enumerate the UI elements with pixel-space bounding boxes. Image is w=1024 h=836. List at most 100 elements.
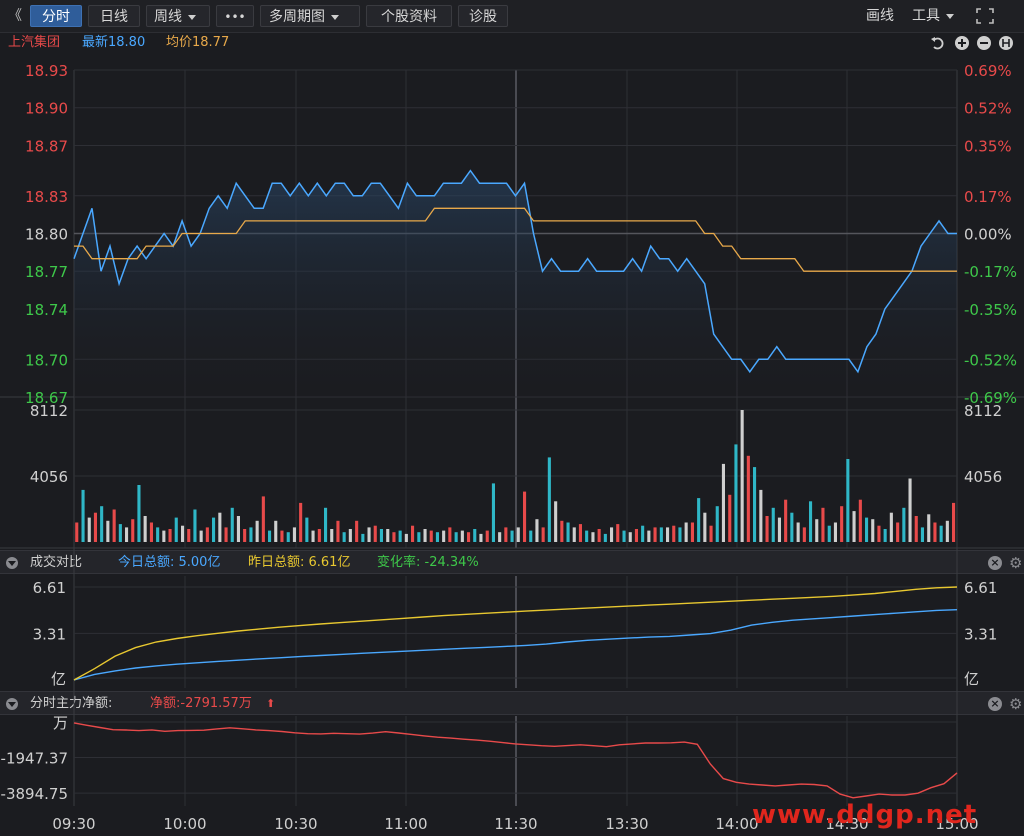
volume-bar <box>367 527 371 542</box>
volume-bar <box>274 520 278 542</box>
volume-bar <box>721 463 725 542</box>
volume-bar <box>417 532 421 542</box>
volume-bar <box>896 522 900 542</box>
volume-bar <box>523 491 527 542</box>
volume-bar <box>541 527 545 542</box>
volume-bar <box>846 459 850 542</box>
volume-bar <box>709 525 713 542</box>
volume-bar <box>373 525 377 542</box>
volume-bar <box>392 532 396 542</box>
time-tick-label: 10:30 <box>274 815 317 833</box>
volume-bar <box>355 520 359 542</box>
volume-bar <box>883 529 887 542</box>
volume-bar <box>865 517 869 542</box>
price-tick-label: 18.90 <box>25 100 68 118</box>
volume-bar <box>560 520 564 542</box>
volume-bar <box>112 509 116 542</box>
volume-bar <box>796 522 800 542</box>
volume-bar <box>734 444 738 542</box>
net-tick-label: 万 <box>53 714 68 732</box>
time-tick-label: 11:30 <box>494 815 537 833</box>
volume-bar <box>255 520 259 542</box>
percent-tick-label: 0.52% <box>964 100 1012 118</box>
volume-bar <box>485 530 489 542</box>
volume-bar <box>697 498 701 542</box>
volume-bar <box>460 530 464 542</box>
volume-bar <box>100 506 104 542</box>
volume-bar <box>411 525 415 542</box>
volume-bar <box>199 530 203 542</box>
percent-tick-label: -0.17% <box>964 263 1017 281</box>
volume-bar <box>454 532 458 542</box>
volume-bar <box>927 514 931 542</box>
volume-bar <box>647 530 651 542</box>
volume-bar <box>952 502 956 542</box>
volume-bar <box>286 532 290 542</box>
percent-tick-label: 0.69% <box>964 62 1012 80</box>
volume-bar <box>212 517 216 542</box>
volume-bar <box>224 527 228 542</box>
volume-bar <box>821 507 825 542</box>
volume-bar <box>840 506 844 542</box>
volume-bar <box>429 530 433 542</box>
volume-bar <box>578 524 582 542</box>
volume-bar <box>939 525 943 542</box>
volume-bar <box>498 532 502 542</box>
volume-bar <box>833 522 837 542</box>
volume-bar <box>81 489 85 542</box>
turnover-tick-label: 6.61 <box>964 579 997 597</box>
volume-bar <box>292 527 296 542</box>
volume-bar <box>423 529 427 542</box>
volume-bar <box>920 527 924 542</box>
percent-tick-label: -0.52% <box>964 351 1017 369</box>
volume-bar <box>243 529 247 542</box>
volume-bar <box>591 532 595 542</box>
volume-bar <box>771 507 775 542</box>
volume-bar <box>572 527 576 542</box>
volume-bar <box>641 525 645 542</box>
volume-bar <box>205 527 209 542</box>
volume-bar <box>435 532 439 542</box>
volume-bar <box>666 527 670 542</box>
volume-bar <box>106 520 110 542</box>
volume-bar <box>585 530 589 542</box>
volume-bar <box>473 529 477 542</box>
percent-tick-label: 0.35% <box>964 137 1012 155</box>
volume-bar <box>753 467 757 542</box>
volume-bar <box>889 512 893 542</box>
volume-bar <box>330 529 334 542</box>
time-tick-label: 11:00 <box>384 815 427 833</box>
time-tick-label: 10:00 <box>163 815 206 833</box>
volume-bar <box>715 506 719 542</box>
volume-bar <box>566 522 570 542</box>
time-tick-label: 13:30 <box>605 815 648 833</box>
price-tick-label: 18.93 <box>25 62 68 80</box>
volume-bar <box>740 410 744 542</box>
price-area <box>74 170 957 397</box>
volume-bar <box>249 527 253 542</box>
volume-bar <box>299 502 303 542</box>
net-tick-label: -1947.37 <box>1 750 68 768</box>
volume-bar <box>125 527 129 542</box>
price-tick-label: 18.87 <box>25 137 68 155</box>
volume-bar <box>728 494 732 542</box>
volume-bar <box>174 517 178 542</box>
volume-bar <box>603 533 607 542</box>
volume-bar <box>324 507 328 542</box>
volume-bar <box>945 520 949 542</box>
volume-bar <box>690 522 694 542</box>
volume-bar <box>181 525 185 542</box>
turnover-tick-label: 3.31 <box>33 625 66 643</box>
volume-bar <box>622 530 626 542</box>
volume-bar <box>510 530 514 542</box>
volume-bar <box>759 489 763 542</box>
volume-bar <box>809 501 813 542</box>
volume-bar <box>852 511 856 542</box>
price-tick-label: 18.83 <box>25 188 68 206</box>
volume-bar <box>516 527 520 542</box>
volume-tick-label: 4056 <box>964 468 1002 486</box>
volume-bar <box>305 517 309 542</box>
volume-bar <box>261 496 265 542</box>
volume-bar <box>187 529 191 542</box>
volume-bar <box>610 527 614 542</box>
